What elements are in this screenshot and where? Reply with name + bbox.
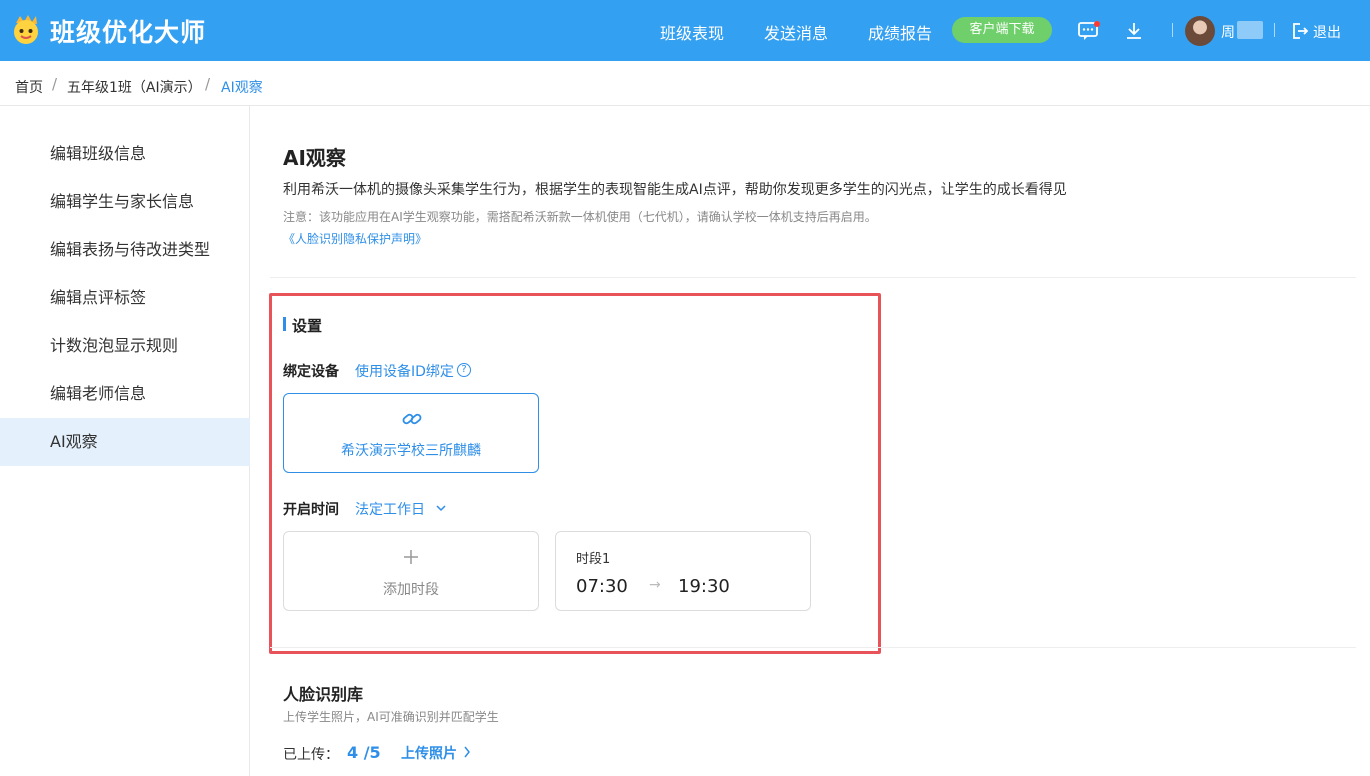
sidebar: 编辑班级信息 编辑学生与家长信息 编辑表扬与待改进类型 编辑点评标签 计数泡泡显… [0,106,250,776]
breadcrumb: 首页 / 五年级1班（AI演示） / AI观察 [0,61,1370,106]
breadcrumb-class[interactable]: 五年级1班（AI演示） [67,77,202,97]
open-time-label: 开启时间 [283,502,339,518]
device-name: 希沃演示学校三所麒麟 [341,443,481,459]
logo-icon [14,15,38,44]
page-title: AI观察 [283,146,346,170]
bind-device-label: 绑定设备 [283,364,339,380]
user-name-masked [1237,21,1263,39]
uploaded-count: 4 /5 [347,743,381,762]
avatar[interactable] [1185,16,1215,46]
help-icon[interactable]: ? [457,363,471,377]
user-name: 周 [1221,25,1235,41]
sidebar-item-edit-student-parent-info[interactable]: 编辑学生与家长信息 [0,178,250,226]
page-description: 利用希沃一体机的摄像头采集学生行为，根据学生的表现智能生成AI点评，帮助你发现更… [283,182,1067,198]
top-bar: 班级优化大师 班级表现 发送消息 成绩报告 客户端下载 周 退出 [0,0,1370,61]
nav-send-message[interactable]: 发送消息 [764,20,828,44]
add-time-slot-label: 添加时段 [383,582,439,598]
face-library-description: 上传学生照片，AI可准确识别并匹配学生 [283,710,499,724]
uploaded-label: 已上传： [283,747,339,763]
divider [1274,23,1275,37]
sidebar-item-ai-observation[interactable]: AI观察 [0,418,250,466]
section-divider [270,647,1356,648]
sidebar-item-bubble-rules[interactable]: 计数泡泡显示规则 [0,322,250,370]
add-time-slot-button[interactable]: 添加时段 [283,531,539,611]
bind-by-device-id-link[interactable]: 使用设备ID绑定 [355,361,454,381]
breadcrumb-separator: / [205,75,211,93]
plus-icon [404,550,418,564]
time-slot-start[interactable]: 07:30 [576,576,628,597]
privacy-statement-link[interactable]: 《人脸识别隐私保护声明》 [283,230,427,247]
upload-photos-link[interactable]: 上传照片 [401,743,457,763]
app-title: 班级优化大师 [50,18,207,47]
client-download-button[interactable]: 客户端下载 [952,17,1052,43]
section-divider [270,277,1356,278]
logout-button[interactable]: 退出 [1313,22,1341,42]
nav-class-performance[interactable]: 班级表现 [660,20,724,44]
sidebar-item-edit-teacher-info[interactable]: 编辑老师信息 [0,370,250,418]
schedule-select[interactable]: 法定工作日 [355,499,425,519]
settings-title: 设置 [292,317,323,335]
message-icon[interactable] [1078,21,1100,41]
page-note: 注意：该功能应用在AI学生观察功能，需搭配希沃新款一体机使用（七代机），请确认学… [283,210,877,224]
logout-icon[interactable] [1291,22,1309,40]
time-slot-card[interactable]: 时段1 07:30 → 19:30 [555,531,811,611]
time-slot-end[interactable]: 19:30 [678,576,730,597]
chevron-right-icon[interactable] [463,746,471,758]
arrow-right-icon: → [649,577,661,593]
nav-grade-report[interactable]: 成绩报告 [868,20,932,44]
breadcrumb-current: AI观察 [221,80,263,96]
breadcrumb-separator: / [52,75,58,93]
sidebar-item-edit-praise-types[interactable]: 编辑表扬与待改进类型 [0,226,250,274]
face-library-title: 人脸识别库 [283,685,364,704]
section-accent-bar [283,317,286,331]
bound-device-card[interactable]: 希沃演示学校三所麒麟 [283,393,539,473]
time-slot-label: 时段1 [576,552,611,567]
sidebar-item-edit-class-info[interactable]: 编辑班级信息 [0,130,250,178]
breadcrumb-home[interactable]: 首页 [15,77,43,97]
link-icon [402,413,422,425]
divider [1172,23,1173,37]
download-icon[interactable] [1124,21,1144,41]
chevron-down-icon[interactable] [436,504,446,512]
sidebar-item-edit-comment-tags[interactable]: 编辑点评标签 [0,274,250,322]
